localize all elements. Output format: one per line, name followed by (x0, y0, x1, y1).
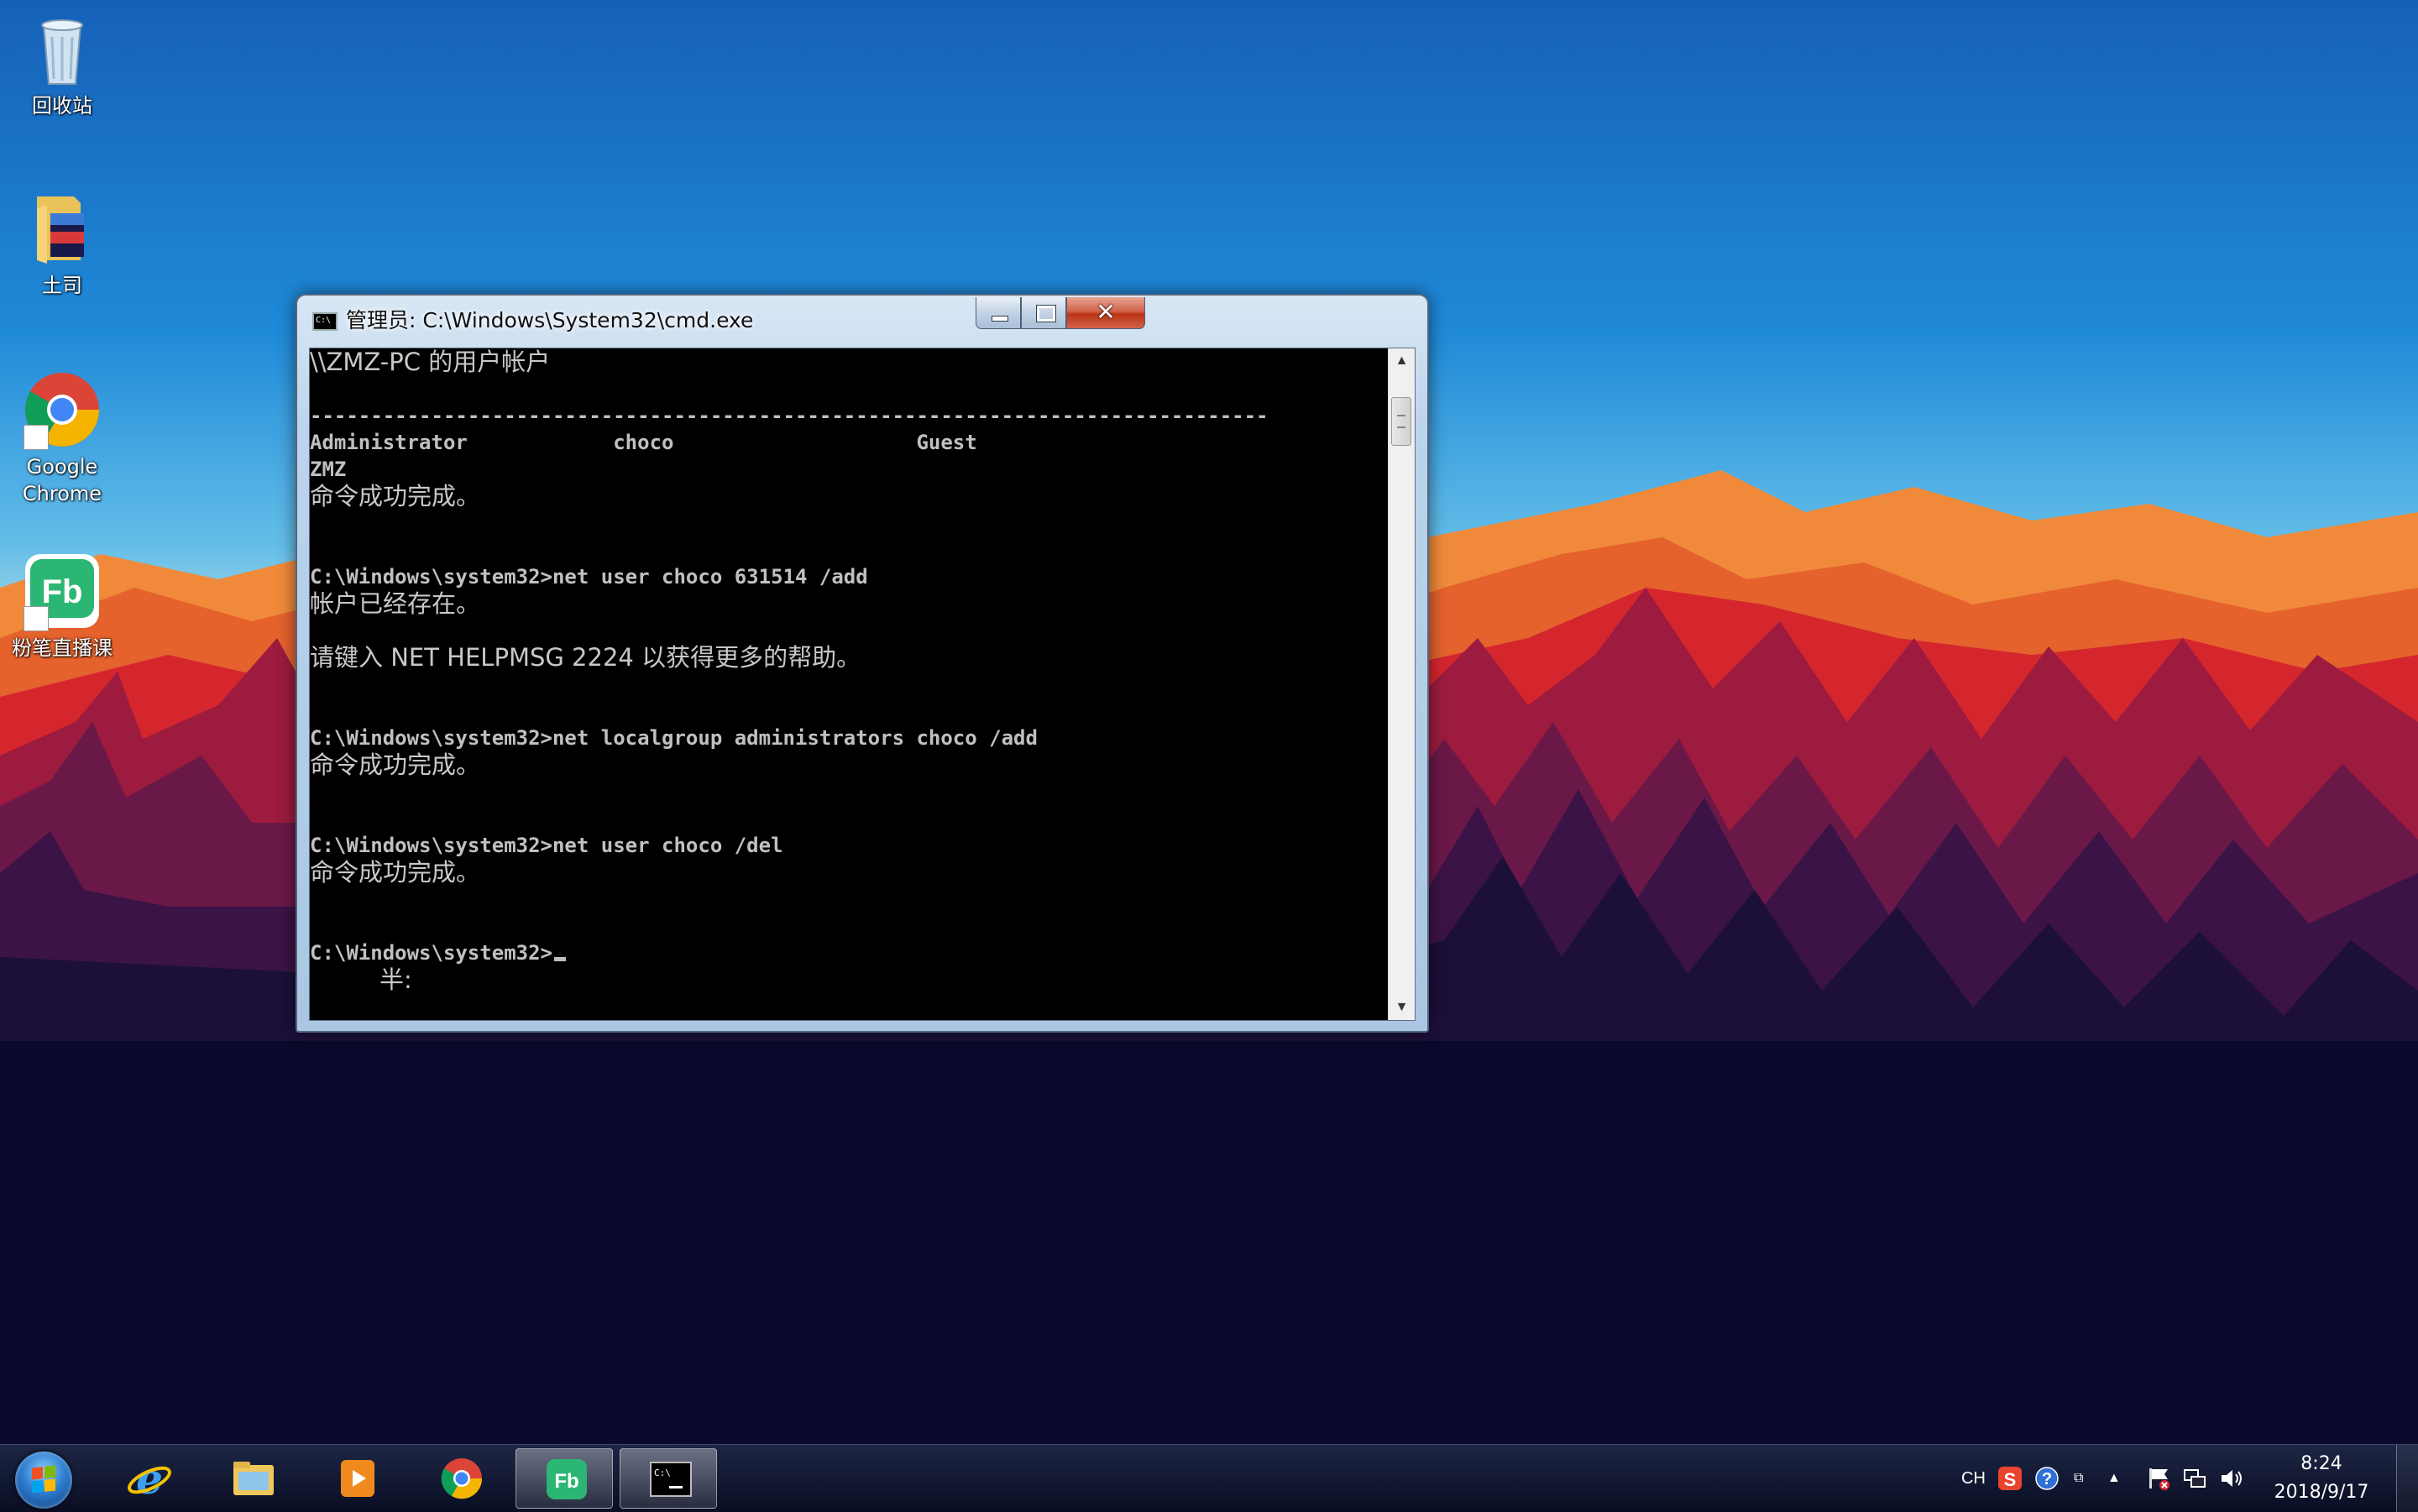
console-line: C:\Windows\system32> (310, 939, 1378, 966)
folder-icon (22, 188, 102, 269)
taskbar-media-player[interactable] (307, 1448, 405, 1509)
close-button[interactable]: ✕ (1066, 297, 1145, 329)
svg-text:C:\: C:\ (654, 1468, 671, 1478)
start-button[interactable] (7, 1447, 82, 1510)
ie-icon: e (128, 1457, 171, 1500)
console-line: 半: (310, 965, 412, 994)
help-icon[interactable]: ? (2035, 1465, 2060, 1492)
scrollbar-thumb[interactable] (1391, 397, 1411, 446)
explorer-icon (233, 1462, 274, 1495)
console-line: \\ZMZ-PC 的用户帐户 (310, 348, 551, 376)
vertical-scrollbar[interactable]: ▲ ▼ (1388, 348, 1415, 1020)
flag-icon[interactable] (2146, 1465, 2171, 1492)
svg-text:Fb: Fb (554, 1470, 578, 1493)
svg-text:Fb: Fb (42, 573, 83, 610)
show-desktop-button[interactable] (2396, 1445, 2418, 1512)
shortcut-arrow-icon (24, 425, 49, 450)
desktop-icon-recycle-bin[interactable]: 回收站 (3, 8, 121, 119)
console-area[interactable]: \\ZMZ-PC 的用户帐户 --------------------------… (309, 348, 1416, 1021)
console-line: 帐户已经存在。 (310, 589, 481, 618)
show-hidden-icons-icon[interactable]: ▲ (2107, 1465, 2121, 1492)
console-line: C:\Windows\system32>net user choco 63151… (310, 565, 868, 589)
desktop-icon-label: 回收站 (32, 94, 92, 118)
taskbar-cmd[interactable]: C:\ (620, 1448, 717, 1509)
window-titlebar[interactable]: C:\ 管理员: C:\Windows\System32\cmd.exe ✕ (297, 296, 1427, 344)
desktop-icon-label: 土司 (42, 274, 82, 297)
cmd-icon: C:\ (650, 1462, 692, 1497)
chrome-icon (22, 369, 102, 450)
sogou-icon[interactable]: S (1998, 1465, 2023, 1492)
desktop-icon-google-chrome[interactable]: Google Chrome (3, 369, 121, 507)
cmd-icon: C:\ (312, 312, 338, 331)
console-cursor (553, 957, 566, 961)
media-player-icon (341, 1460, 374, 1497)
taskbar-file-explorer[interactable] (203, 1448, 301, 1509)
console-line: ZMZ (310, 458, 347, 481)
console-line: ----------------------------------------… (310, 404, 1269, 427)
taskbar-internet-explorer[interactable]: e (99, 1448, 196, 1509)
svg-text:S: S (2004, 1469, 2017, 1490)
clock-date: 2018/9/17 (2274, 1482, 2369, 1503)
svg-text:e: e (136, 1457, 163, 1500)
maximize-button[interactable] (1021, 297, 1066, 329)
cmd-window[interactable]: C:\ 管理员: C:\Windows\System32\cmd.exe ✕ \… (296, 294, 1429, 1033)
console-line: 命令成功完成。 (310, 751, 481, 779)
shortcut-arrow-icon (24, 606, 49, 631)
fenbi-icon: Fb (547, 1459, 587, 1499)
desktop-icon-label: 粉笔直播课 (12, 636, 113, 660)
close-icon: ✕ (1096, 298, 1116, 326)
minimize-icon (976, 297, 1020, 328)
desktop-icon-tusi-folder[interactable]: 土司 (3, 188, 121, 299)
input-language-indicator[interactable]: CH (1961, 1465, 1986, 1492)
minimize-button[interactable] (976, 297, 1021, 329)
taskbar: e Fb C:\ CH S ? ⧉ ▲ 8:24 2018/9/17 (0, 1444, 2418, 1512)
taskbar-fenbi-live[interactable]: Fb (516, 1448, 613, 1509)
scroll-down-arrow-icon[interactable]: ▼ (1389, 995, 1415, 1020)
recycle-bin-icon (22, 8, 102, 89)
console-line: 命令成功完成。 (310, 858, 481, 887)
scroll-up-arrow-icon[interactable]: ▲ (1389, 348, 1415, 374)
taskbar-google-chrome[interactable] (411, 1448, 509, 1509)
desktop-icon-label: Google Chrome (22, 455, 102, 505)
console-output[interactable]: \\ZMZ-PC 的用户帐户 --------------------------… (310, 348, 1378, 1020)
window-title: 管理员: C:\Windows\System32\cmd.exe (346, 308, 754, 332)
network-icon[interactable] (2183, 1465, 2208, 1492)
window-switch-icon[interactable]: ⧉ (2074, 1465, 2083, 1492)
fenbi-icon: Fb (22, 551, 102, 631)
console-line: 请键入 NET HELPMSG 2224 以获得更多的帮助。 (310, 643, 861, 672)
maximize-icon (1022, 297, 1065, 328)
volume-icon[interactable] (2220, 1465, 2245, 1492)
console-line: 命令成功完成。 (310, 482, 481, 510)
chrome-icon (441, 1458, 483, 1499)
console-line: C:\Windows\system32>net localgroup admin… (310, 726, 1038, 750)
desktop-icon-fenbi-live[interactable]: Fb 粉笔直播课 (3, 551, 121, 662)
svg-text:?: ? (2042, 1470, 2052, 1488)
clock-time: 8:24 (2300, 1453, 2342, 1474)
console-line: C:\Windows\system32>net user choco /del (310, 834, 783, 857)
console-line: Administrator choco Guest (310, 431, 977, 454)
windows-logo-icon (15, 1452, 72, 1509)
taskbar-clock[interactable]: 8:24 2018/9/17 (2267, 1450, 2376, 1507)
